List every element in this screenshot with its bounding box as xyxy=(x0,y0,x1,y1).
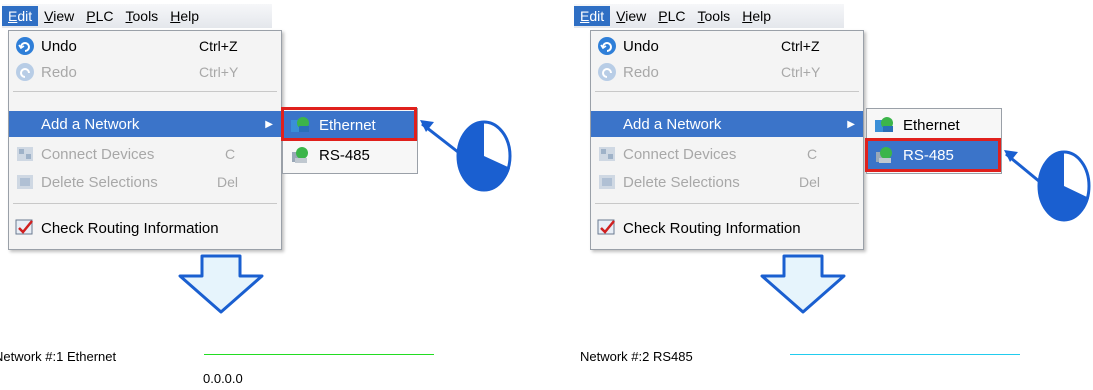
menu-view[interactable]: View xyxy=(610,6,652,26)
routing-check-icon xyxy=(15,219,33,235)
routing-check-icon xyxy=(597,219,615,235)
menu-separator xyxy=(13,91,277,92)
left-panel: Edit View PLC Tools Help Undo Ctrl+Z Red… xyxy=(0,0,560,390)
menu-plc[interactable]: PLC xyxy=(80,6,119,26)
menu-item-undo[interactable]: Undo Ctrl+Z xyxy=(591,33,863,59)
menu-item-connect-devices[interactable]: Connect Devices C xyxy=(9,141,281,167)
menu-item-add-network[interactable]: Add a Network ▶ xyxy=(591,111,863,137)
menu-item-connect-devices[interactable]: Connect Devices C xyxy=(591,141,863,167)
menu-item-check-routing[interactable]: Check Routing Information xyxy=(591,215,863,241)
menu-separator xyxy=(595,91,859,92)
ethernet-network-icon xyxy=(875,117,893,132)
menu-item-add-network[interactable]: Add a Network ▶ xyxy=(9,111,281,137)
menu-help[interactable]: Help xyxy=(164,6,205,26)
menu-help[interactable]: Help xyxy=(736,6,777,26)
rs485-network-icon xyxy=(292,147,308,163)
submenu-arrow-icon: ▶ xyxy=(265,118,273,130)
menu-item-undo[interactable]: Undo Ctrl+Z xyxy=(9,33,281,59)
menu-item-delete-selections[interactable]: Delete Selections Del xyxy=(9,169,281,195)
undo-icon xyxy=(16,37,34,55)
highlight-box xyxy=(865,138,1001,172)
menu-edit[interactable]: Edit xyxy=(2,6,39,26)
right-panel: Edit View PLC Tools Help Undo Ctrl+Z Red… xyxy=(560,0,1093,390)
network-ip-address: 0.0.0.0 xyxy=(203,371,243,386)
menu-bar: Edit View PLC Tools Help xyxy=(574,4,844,28)
menu-tools[interactable]: Tools xyxy=(120,6,165,26)
redo-icon xyxy=(16,63,34,81)
submenu-arrow-icon: ▶ xyxy=(847,118,855,130)
menu-bar: Edit View PLC Tools Help xyxy=(2,4,272,28)
delete-icon xyxy=(599,175,615,189)
edit-dropdown-menu: Undo Ctrl+Z Redo Ctrl+Y Add a Network ▶ … xyxy=(590,30,864,250)
menu-tools[interactable]: Tools xyxy=(692,6,737,26)
connect-devices-icon xyxy=(17,147,33,161)
connect-devices-icon xyxy=(599,147,615,161)
submenu-item-rs485[interactable]: RS-485 xyxy=(283,141,417,169)
down-arrow-icon xyxy=(178,254,264,314)
menu-plc[interactable]: PLC xyxy=(652,6,691,26)
menu-edit[interactable]: Edit xyxy=(574,6,611,26)
redo-icon xyxy=(598,63,616,81)
menu-view[interactable]: View xyxy=(38,6,80,26)
menu-item-delete-selections[interactable]: Delete Selections Del xyxy=(591,169,863,195)
network-label: Network #:2 RS485 xyxy=(580,349,693,364)
submenu-item-ethernet[interactable]: Ethernet xyxy=(867,111,1001,139)
menu-item-redo[interactable]: Redo Ctrl+Y xyxy=(9,59,281,85)
menu-item-check-routing[interactable]: Check Routing Information xyxy=(9,215,281,241)
delete-icon xyxy=(17,175,33,189)
ethernet-network-line xyxy=(204,354,434,355)
down-arrow-icon xyxy=(760,254,846,314)
network-label: Network #:1 Ethernet xyxy=(0,349,117,364)
step-callout-icon xyxy=(420,120,512,192)
undo-icon xyxy=(598,37,616,55)
highlight-box xyxy=(281,107,417,141)
step-callout-icon xyxy=(1004,150,1091,222)
menu-item-redo[interactable]: Redo Ctrl+Y xyxy=(591,59,863,85)
edit-dropdown-menu: Undo Ctrl+Z Redo Ctrl+Y Add a Network ▶ … xyxy=(8,30,282,250)
rs485-network-line xyxy=(790,354,1020,355)
menu-separator xyxy=(13,203,277,204)
menu-separator xyxy=(595,203,859,204)
